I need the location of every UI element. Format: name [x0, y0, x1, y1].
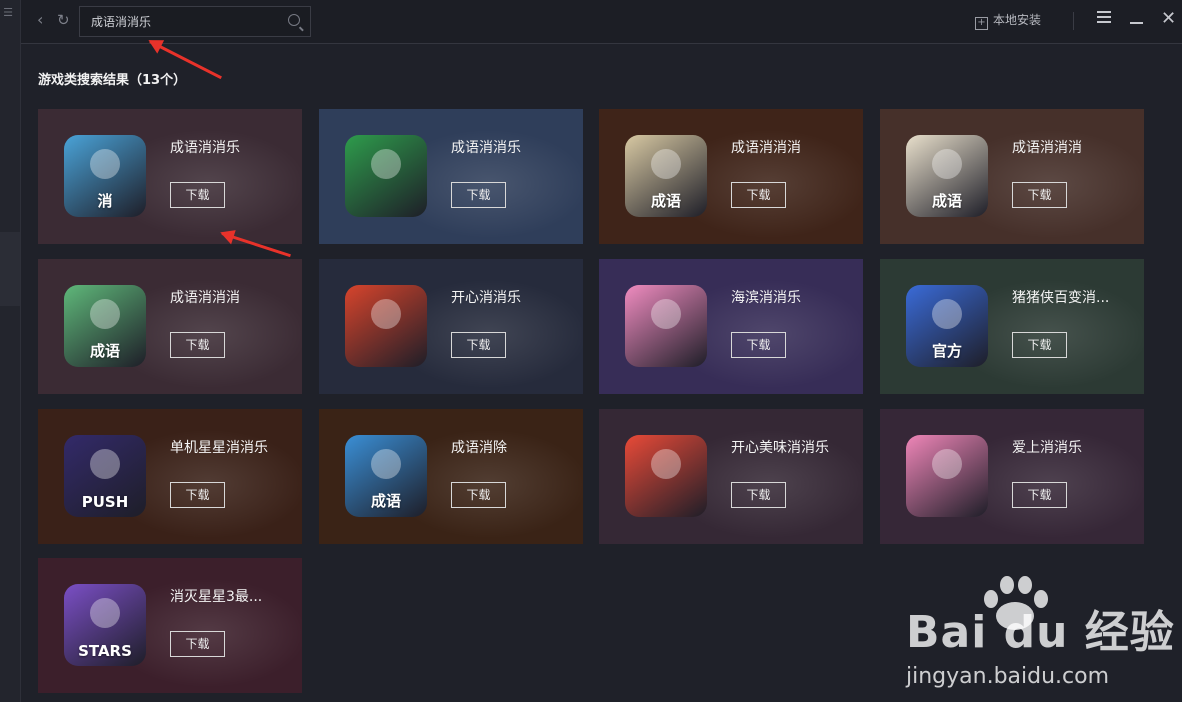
icon-art [932, 149, 962, 179]
back-arrow-icon[interactable]: ‹ [37, 10, 43, 30]
download-button[interactable]: 下载 [170, 332, 225, 358]
menu-icon[interactable] [1097, 8, 1115, 30]
app-card[interactable]: 爱上消消乐 下载 [880, 409, 1144, 544]
app-card[interactable]: 开心消消乐 下载 [319, 259, 583, 394]
local-install-label: 本地安装 [993, 13, 1042, 27]
local-install-button[interactable]: + 本地安装 [975, 11, 1041, 30]
app-name[interactable]: 成语消除 [451, 437, 575, 457]
search-box [79, 6, 311, 37]
icon-art [371, 449, 401, 479]
icon-art [371, 299, 401, 329]
download-button[interactable]: 下载 [451, 182, 506, 208]
paw-logo-icon [976, 572, 1048, 632]
download-button[interactable]: 下载 [170, 631, 225, 657]
app-card[interactable]: STARS 消灭星星3最... 下载 [38, 558, 302, 693]
app-card[interactable]: 官方 猪猪侠百变消... 下载 [880, 259, 1144, 394]
app-name[interactable]: 成语消消乐 [451, 137, 575, 157]
app-name[interactable]: 成语消消消 [170, 287, 294, 307]
close-icon[interactable]: ✕ [1161, 8, 1179, 30]
icon-text: 成语 [370, 492, 401, 510]
icon-art [651, 299, 681, 329]
icon-art [932, 299, 962, 329]
plus-box-icon: + [975, 17, 988, 30]
baidu-jingyan-watermark: Bai du 经验 jingyan.baidu.com [906, 574, 1175, 689]
app-name[interactable]: 成语消消乐 [170, 137, 294, 157]
download-button[interactable]: 下载 [1012, 482, 1067, 508]
app-icon[interactable] [345, 135, 427, 217]
results-title: 游戏类搜索结果（13个） [38, 73, 187, 88]
icon-art [90, 598, 120, 628]
app-icon[interactable]: PUSH [64, 435, 146, 517]
icon-art [90, 299, 120, 329]
icon-art [90, 149, 120, 179]
app-icon[interactable]: 成语 [345, 435, 427, 517]
app-icon[interactable] [906, 435, 988, 517]
icon-text: 成语 [650, 192, 681, 210]
app-name[interactable]: 猪猪侠百变消... [1012, 287, 1136, 307]
top-toolbar: ‹ ↻ + 本地安装 ✕ [21, 0, 1182, 44]
icon-art [651, 149, 681, 179]
app-icon[interactable]: 消 [64, 135, 146, 217]
icon-text: STARS [78, 642, 132, 660]
app-name[interactable]: 开心美味消消乐 [731, 437, 855, 457]
download-button[interactable]: 下载 [451, 332, 506, 358]
app-card[interactable]: 成语 成语消除下载 [319, 409, 583, 544]
icon-text: 成语 [931, 192, 962, 210]
app-icon[interactable]: 成语 [906, 135, 988, 217]
sidebar-selected-item[interactable] [0, 232, 20, 306]
app-name[interactable]: 成语消消消 [731, 137, 855, 157]
download-button[interactable]: 下载 [1012, 332, 1067, 358]
app-icon[interactable] [625, 285, 707, 367]
download-button[interactable]: 下载 [731, 182, 786, 208]
sidebar-menu-icon[interactable]: ☰ [0, 6, 16, 19]
icon-art [90, 449, 120, 479]
app-name[interactable]: 成语消消消 [1012, 137, 1136, 157]
app-icon[interactable]: 成语 [64, 285, 146, 367]
download-button[interactable]: 下载 [451, 482, 506, 508]
icon-art [932, 449, 962, 479]
app-card[interactable]: 消 成语消消乐下载 [38, 109, 302, 244]
app-icon[interactable]: 官方 [906, 285, 988, 367]
icon-text: PUSH [81, 493, 129, 511]
download-button[interactable]: 下载 [170, 182, 225, 208]
app-name[interactable]: 海滨消消乐 [731, 287, 855, 307]
search-icon[interactable] [288, 14, 300, 26]
watermark-url: jingyan.baidu.com [906, 664, 1110, 689]
toolbar-divider [1073, 12, 1074, 30]
refresh-icon[interactable]: ↻ [57, 10, 70, 30]
icon-art [651, 449, 681, 479]
icon-art [371, 149, 401, 179]
app-icon[interactable] [345, 285, 427, 367]
icon-text: 官方 [931, 342, 962, 360]
app-card[interactable]: 成语消消乐 下载 [319, 109, 583, 244]
download-button[interactable]: 下载 [170, 482, 225, 508]
download-button[interactable]: 下载 [731, 482, 786, 508]
download-button[interactable]: 下载 [1012, 182, 1067, 208]
app-card[interactable]: 成语 成语消消消下载 [880, 109, 1144, 244]
left-sidebar: ☰ [0, 0, 21, 702]
app-name[interactable]: 开心消消乐 [451, 287, 575, 307]
app-icon[interactable]: 成语 [625, 135, 707, 217]
icon-text: 消 [97, 192, 113, 210]
app-card[interactable]: 开心美味消消乐 下载 [599, 409, 863, 544]
app-card[interactable]: 成语 成语消消消下载 [38, 259, 302, 394]
app-name[interactable]: 爱上消消乐 [1012, 437, 1136, 457]
icon-text: 成语 [89, 342, 120, 360]
app-name[interactable]: 单机星星消消乐 [170, 437, 294, 457]
search-input[interactable] [80, 7, 283, 36]
app-icon[interactable]: STARS [64, 584, 146, 666]
download-button[interactable]: 下载 [731, 332, 786, 358]
app-name[interactable]: 消灭星星3最... [170, 586, 294, 606]
app-card[interactable]: 海滨消消乐 下载 [599, 259, 863, 394]
app-card[interactable]: 成语 成语消消消下载 [599, 109, 863, 244]
app-icon[interactable] [625, 435, 707, 517]
app-card[interactable]: PUSH 单机星星消消乐下载 [38, 409, 302, 544]
minimize-icon[interactable] [1130, 8, 1148, 30]
